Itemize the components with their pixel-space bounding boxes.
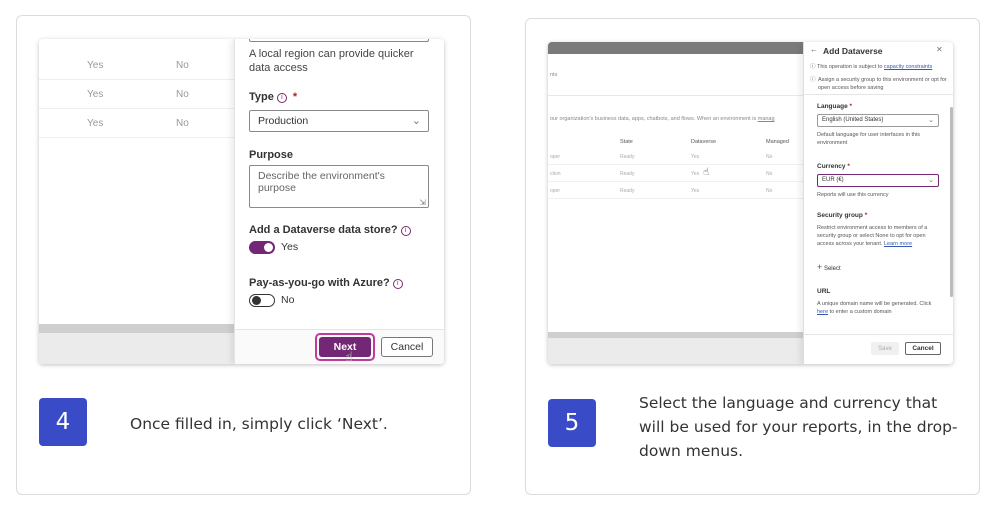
column-header: Managed: [766, 139, 789, 145]
security-notice: ⓘ Assign a security group to this environ…: [810, 77, 947, 91]
table-row[interactable]: ction Ready Yes ☝ No: [548, 166, 803, 182]
app-header-bar: [548, 42, 803, 54]
breadcrumb: nts: [550, 72, 558, 78]
resize-handle-icon[interactable]: ⇲: [419, 198, 426, 207]
table-cell: Yes: [87, 89, 104, 100]
plus-icon: +: [817, 262, 823, 272]
chevron-down-icon: ⌄: [928, 117, 934, 124]
table-row: Yes No: [39, 51, 234, 80]
payg-toggle[interactable]: [249, 294, 275, 307]
dataverse-toggle-text: Yes: [281, 241, 299, 253]
info-icon: ⓘ: [810, 64, 816, 70]
environments-page: nts our organization's business data, ap…: [548, 54, 803, 364]
info-icon[interactable]: i: [392, 279, 403, 289]
table-cell: No: [176, 118, 189, 129]
page-description: our organization's business data, apps, …: [550, 116, 775, 122]
currency-help: Reports will use this currency: [817, 192, 889, 198]
scrollbar[interactable]: [950, 107, 953, 297]
save-button[interactable]: Save: [871, 342, 899, 355]
footer-bar: [39, 324, 234, 364]
divider: [804, 94, 953, 95]
step-4-card: Yes No Yes No Yes No A local region can …: [16, 15, 471, 495]
currency-label: Currency *: [817, 163, 850, 170]
screenshot-step-5: nts our organization's business data, ap…: [548, 42, 953, 364]
table-row[interactable]: oper Ready Yes No: [548, 149, 803, 165]
currency-select[interactable]: EUR (€) ⌄: [817, 174, 939, 187]
table-cell: No: [176, 60, 189, 71]
footer-bar: [548, 332, 803, 364]
hand-cursor-icon: ☝: [703, 167, 710, 178]
region-help-text: A local region can provide quicker data …: [249, 48, 414, 74]
cancel-button[interactable]: Cancel: [381, 337, 433, 357]
column-header: State: [620, 139, 633, 145]
environment-table: Yes No Yes No Yes No: [39, 39, 234, 364]
table-row: Yes No: [39, 80, 234, 109]
url-label: URL: [817, 288, 831, 295]
security-group-help: Restrict environment access to members o…: [817, 225, 928, 247]
language-help: Default language for user interfaces in …: [817, 132, 921, 146]
payg-toggle-text: No: [281, 294, 295, 306]
back-arrow-icon[interactable]: ←: [810, 45, 818, 54]
info-icon: ⓘ: [810, 77, 816, 83]
column-header: Dataverse: [691, 139, 717, 145]
purpose-label: Purpose: [249, 149, 294, 161]
payg-label: Pay-as-you-go with Azure? i: [249, 277, 403, 289]
cancel-button[interactable]: Cancel: [905, 342, 941, 355]
table-cell: No: [176, 89, 189, 100]
step-number-badge: 4: [39, 398, 87, 446]
info-icon[interactable]: i: [400, 226, 411, 236]
new-environment-panel: A local region can provide quicker data …: [234, 39, 444, 364]
url-help: A unique domain name will be generated. …: [817, 301, 932, 315]
add-dataverse-panel: ← Add Dataverse ✕ ⓘ This operation is su…: [803, 42, 953, 364]
language-label: Language *: [817, 103, 853, 110]
dataverse-label: Add a Dataverse data store? i: [249, 224, 411, 236]
purpose-textarea[interactable]: Describe the environment's purpose ⇲: [249, 165, 429, 208]
toggle-knob: [252, 296, 261, 305]
capacity-notice: ⓘ This operation is subject to capacity …: [810, 64, 933, 70]
security-group-label: Security group *: [817, 212, 868, 219]
step-number-badge: 5: [548, 399, 596, 447]
table-row: Yes No: [39, 109, 234, 138]
table-cell: Yes: [87, 60, 104, 71]
command-bar: [548, 84, 803, 96]
close-icon[interactable]: ✕: [936, 45, 943, 54]
learn-more-link[interactable]: Learn more: [884, 241, 912, 247]
capacity-link[interactable]: capacity constraints: [884, 64, 932, 70]
type-select[interactable]: Production ⌄: [249, 110, 429, 132]
region-dropdown[interactable]: [249, 39, 429, 42]
step-5-card: nts our organization's business data, ap…: [525, 18, 980, 495]
screenshot-step-4: Yes No Yes No Yes No A local region can …: [39, 39, 444, 364]
select-group-button[interactable]: + Select: [817, 262, 841, 272]
chevron-down-icon: ⌄: [411, 115, 421, 127]
panel-title: Add Dataverse: [823, 46, 883, 56]
dataverse-toggle[interactable]: [249, 241, 275, 254]
hand-cursor-icon: ☝: [345, 350, 353, 364]
custom-domain-link[interactable]: here: [817, 309, 828, 315]
info-icon[interactable]: i: [276, 93, 287, 103]
type-label: Type i *: [249, 91, 298, 103]
table-cell: Yes: [87, 118, 104, 129]
language-select[interactable]: English (United States) ⌄: [817, 114, 939, 127]
table-row[interactable]: oper Ready Yes No: [548, 183, 803, 199]
step-caption: Once filled in, simply click ‘Next’.: [130, 415, 388, 433]
chevron-down-icon: ⌄: [928, 177, 934, 184]
toggle-knob: [264, 243, 273, 252]
step-caption: Select the language and currency that wi…: [639, 394, 958, 460]
